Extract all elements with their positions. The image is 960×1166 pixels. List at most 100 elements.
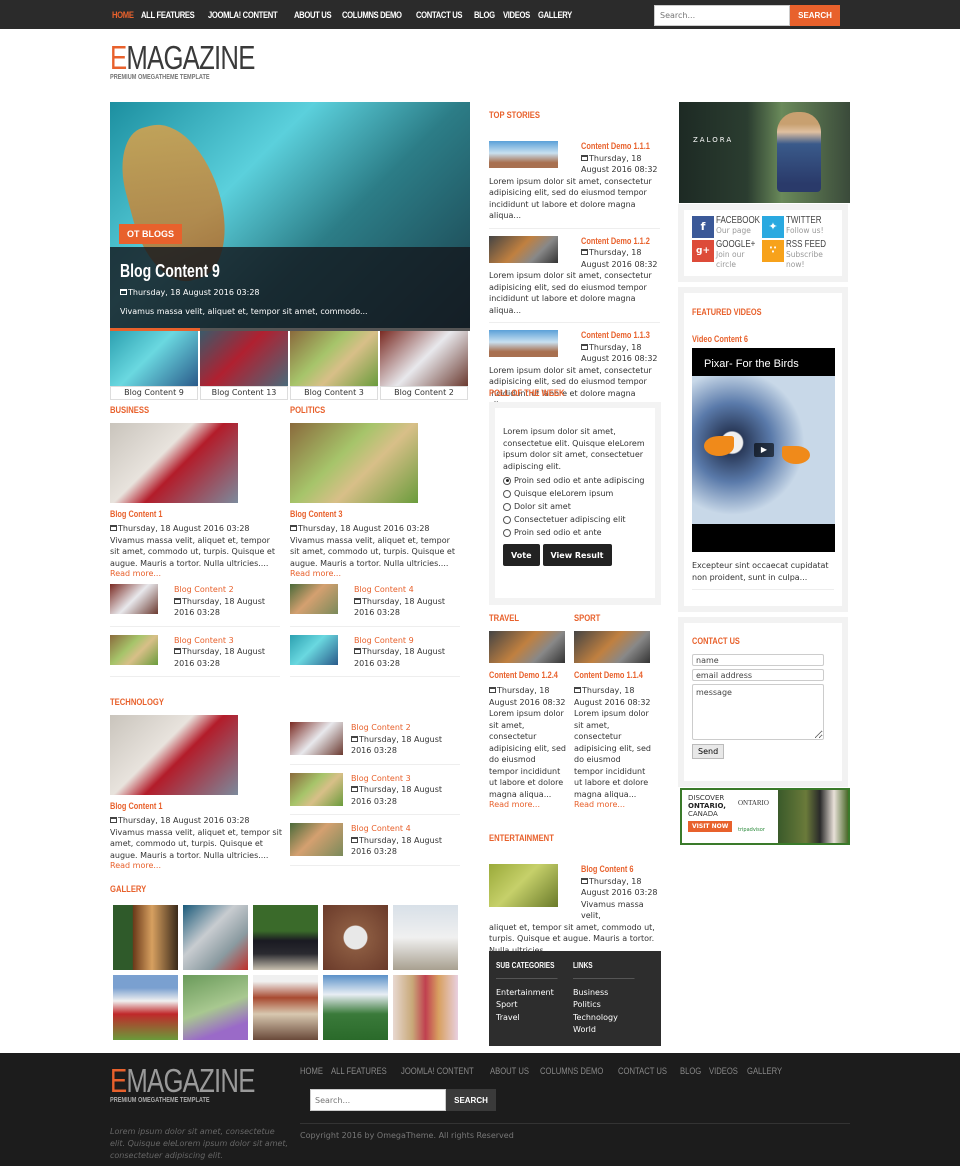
article-title[interactable]: Blog Content 6 (581, 864, 646, 876)
nav-home[interactable]: HOME (112, 10, 134, 20)
email-field[interactable] (692, 669, 824, 681)
subcategory-link[interactable]: Travel (496, 1012, 571, 1024)
gallery-image[interactable] (113, 975, 178, 1040)
footer-search-input[interactable] (310, 1089, 446, 1111)
article-title[interactable]: Content Demo 1.2.4 (489, 670, 558, 680)
gallery-image[interactable] (183, 975, 248, 1040)
list-title[interactable]: Blog Content 2 (351, 722, 460, 734)
nav-gallery[interactable]: GALLERY (538, 10, 572, 20)
slider-thumb[interactable]: Blog Content 9 (110, 331, 198, 400)
read-more-link[interactable]: Read more... (574, 800, 652, 809)
poll-option[interactable]: Quisque eleLorem ipsum (503, 489, 647, 498)
read-more-link[interactable]: Read more... (110, 861, 282, 870)
radio[interactable] (503, 515, 511, 524)
social-google[interactable]: g+ GOOGLE+ Join our circle (692, 240, 762, 274)
zalora-ad-banner[interactable]: ZALORA (679, 102, 850, 203)
article-image[interactable] (489, 631, 565, 663)
footer-nav-joomla-content[interactable]: JOOMLA! CONTENT (401, 1066, 474, 1076)
poll-option[interactable]: Proin sed odio et ante (503, 528, 647, 537)
article-image[interactable] (110, 423, 238, 503)
footer-nav-contact-us[interactable]: CONTACT US (618, 1066, 667, 1076)
nav-about-us[interactable]: ABOUT US (294, 10, 332, 20)
footer-logo[interactable]: EMAGAZINE PREMIUM OMEGATHEME TEMPLATE (110, 1063, 295, 1105)
gallery-heading[interactable]: GALLERY (110, 884, 146, 894)
footer-search-button[interactable]: SEARCH (446, 1089, 496, 1111)
hero-title[interactable]: Blog Content 9 (120, 261, 220, 282)
site-logo[interactable]: EMAGAZINE PREMIUM OMEGATHEME TEMPLATE (110, 40, 295, 82)
article-image[interactable] (574, 631, 650, 663)
list-item[interactable]: Blog Content 3 Thursday, 18 August 2016 0… (290, 772, 460, 815)
list-item[interactable]: Blog Content 3 Thursday, 18 August 2016 0… (110, 634, 280, 677)
top-stories-heading[interactable]: TOP STORIES (489, 110, 540, 120)
nav-all-features[interactable]: ALL FEATURES (141, 10, 195, 20)
gallery-image[interactable] (183, 905, 248, 970)
technology-heading[interactable]: TECHNOLOGY (110, 697, 164, 707)
gallery-image[interactable] (323, 975, 388, 1040)
list-title[interactable]: Blog Content 9 (354, 635, 460, 647)
list-item[interactable]: Blog Content 4 Thursday, 18 August 2016 0… (290, 823, 460, 866)
gallery-image[interactable] (253, 975, 318, 1040)
radio-selected[interactable] (503, 476, 511, 485)
footer-nav-columns-demo[interactable]: COLUMNS DEMO (540, 1066, 603, 1076)
category-link[interactable]: Technology (573, 1012, 648, 1024)
list-item[interactable]: Blog Content 2 Thursday, 18 August 2016 0… (110, 584, 280, 627)
slider-thumb[interactable]: Blog Content 2 (380, 331, 468, 400)
message-field[interactable]: message (692, 684, 824, 740)
footer-nav-all-features[interactable]: ALL FEATURES (331, 1066, 387, 1076)
hero-category-badge[interactable]: OT BLOGS (119, 224, 182, 244)
social-facebook[interactable]: f FACEBOOK Our page (692, 216, 762, 240)
poll-option[interactable]: Consectetuer adipiscing elit (503, 515, 647, 524)
view-result-button[interactable]: View Result (542, 544, 612, 566)
story-title[interactable]: Content Demo 1.1.3 (581, 330, 650, 342)
slider-thumb[interactable]: Blog Content 3 (290, 331, 378, 400)
article-title[interactable]: Blog Content 3 (290, 509, 429, 519)
story-item[interactable]: Content Demo 1.1.2 Thursday, 18 August 20… (489, 235, 660, 323)
story-title[interactable]: Content Demo 1.1.1 (581, 141, 650, 153)
gallery-image[interactable] (113, 905, 178, 970)
poll-heading[interactable]: POLL OF THE WEEK (489, 388, 565, 398)
read-more-link[interactable]: Read more... (110, 569, 280, 578)
article-title[interactable]: Blog Content 1 (110, 801, 251, 811)
read-more-link[interactable]: Read more... (489, 800, 567, 809)
vote-button[interactable]: Vote (503, 544, 540, 566)
article-image[interactable] (110, 715, 238, 795)
footer-nav-gallery[interactable]: GALLERY (747, 1066, 782, 1076)
footer-nav-home[interactable]: HOME (300, 1066, 323, 1076)
category-link[interactable]: Business (573, 987, 648, 999)
gallery-image[interactable] (393, 905, 458, 970)
politics-heading[interactable]: POLITICS (290, 405, 325, 415)
search-input[interactable] (654, 5, 790, 26)
visit-now-button[interactable]: VISIT NOW (688, 821, 733, 832)
list-title[interactable]: Blog Content 2 (174, 584, 280, 596)
hero-slider[interactable]: OT BLOGS Blog Content 9 Thursday, 18 Aug… (110, 102, 470, 328)
list-title[interactable]: Blog Content 3 (174, 635, 280, 647)
radio[interactable] (503, 528, 511, 537)
footer-nav-blog[interactable]: BLOG (680, 1066, 701, 1076)
play-icon[interactable]: ▶ (754, 443, 774, 457)
story-title[interactable]: Content Demo 1.1.2 (581, 236, 650, 248)
business-heading[interactable]: BUSINESS (110, 405, 149, 415)
nav-columns-demo[interactable]: COLUMNS DEMO (342, 10, 402, 20)
footer-nav-videos[interactable]: VIDEOS (709, 1066, 738, 1076)
gallery-image[interactable] (253, 905, 318, 970)
social-twitter[interactable]: ✦ TWITTER Follow us! (762, 216, 832, 240)
gallery-image[interactable] (393, 975, 458, 1040)
travel-heading[interactable]: TRAVEL (489, 613, 519, 623)
subcategory-link[interactable]: Entertainment (496, 987, 571, 999)
list-title[interactable]: Blog Content 3 (351, 773, 460, 785)
footer-nav-about-us[interactable]: ABOUT US (490, 1066, 529, 1076)
video-title-link[interactable]: Video Content 6 (692, 334, 808, 344)
gallery-image[interactable] (323, 905, 388, 970)
send-button[interactable]: Send (692, 744, 725, 759)
article-image[interactable] (290, 423, 418, 503)
list-item[interactable]: Blog Content 9 Thursday, 18 August 2016 0… (290, 634, 460, 677)
name-field[interactable] (692, 654, 824, 666)
nav-blog[interactable]: BLOG (474, 10, 495, 20)
poll-option[interactable]: Dolor sit amet (503, 502, 647, 511)
nav-contact-us[interactable]: CONTACT US (416, 10, 463, 20)
list-title[interactable]: Blog Content 4 (351, 823, 460, 835)
category-link[interactable]: World (573, 1024, 648, 1036)
radio[interactable] (503, 502, 511, 511)
video-player[interactable]: Pixar- For the Birds ▶ (692, 348, 835, 552)
subcategory-link[interactable]: Sport (496, 999, 571, 1011)
